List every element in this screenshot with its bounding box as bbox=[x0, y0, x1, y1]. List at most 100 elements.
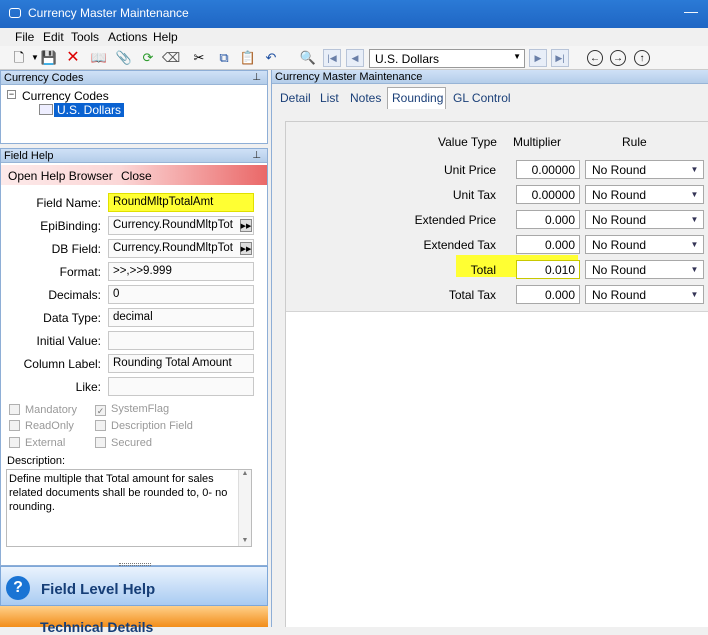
unit-tax-rule-select[interactable]: No Round ▼ bbox=[585, 185, 704, 204]
like-label: Like: bbox=[75, 380, 101, 394]
multiplier-header: Multiplier bbox=[513, 135, 562, 149]
unit-price-label: Unit Price bbox=[443, 163, 496, 177]
back-icon[interactable]: ← bbox=[587, 50, 603, 66]
read-only-checkbox: ReadOnly bbox=[9, 420, 74, 432]
main-panel-header: Currency Master Maintenance bbox=[272, 70, 708, 84]
unit-price-multiplier-input[interactable]: 0.00000 bbox=[516, 160, 580, 179]
last-record-icon[interactable]: ▶| bbox=[551, 49, 569, 67]
scroll-down-icon[interactable]: ▼ bbox=[239, 537, 251, 544]
refresh-icon[interactable]: ⟳ bbox=[140, 50, 156, 66]
rounding-group: Value Type Multiplier Rule Unit Price 0.… bbox=[286, 122, 708, 312]
scroll-up-icon[interactable]: ▲ bbox=[239, 470, 251, 477]
format-label: Format: bbox=[59, 265, 101, 279]
db-field: Currency.RoundMltpTot ▶▶ bbox=[108, 239, 254, 258]
column-label-value: Rounding Total Amount bbox=[108, 354, 254, 373]
menu-help[interactable]: Help bbox=[153, 30, 178, 44]
chevron-down-icon[interactable]: ▼ bbox=[686, 261, 703, 278]
unit-tax-multiplier-input[interactable]: 0.00000 bbox=[516, 185, 580, 204]
field-name-value: RoundMltpTotalAmt bbox=[108, 193, 254, 212]
menu-tools[interactable]: Tools bbox=[71, 30, 99, 44]
total-tax-multiplier-input[interactable]: 0.000 bbox=[516, 285, 580, 304]
menu-actions[interactable]: Actions bbox=[108, 30, 147, 44]
chevron-down-icon[interactable]: ▼ bbox=[686, 211, 703, 228]
tab-notes[interactable]: Notes bbox=[350, 91, 381, 105]
clear-icon[interactable]: ⌫ bbox=[162, 50, 180, 66]
epibinding-label: EpiBinding: bbox=[40, 219, 101, 233]
epibinding-value: Currency.RoundMltpTot bbox=[113, 219, 233, 231]
collapse-icon[interactable]: − bbox=[7, 90, 16, 99]
extended-tax-label: Extended Tax bbox=[423, 238, 497, 252]
field-help-panel: Field Help ⊥ Open Help Browser Close Fie… bbox=[0, 148, 268, 566]
db-field-arrow-icon[interactable]: ▶▶ bbox=[240, 242, 252, 255]
app-icon bbox=[9, 8, 21, 18]
main-panel: Currency Master Maintenance Detail List … bbox=[271, 70, 708, 627]
next-record-icon[interactable]: ▶ bbox=[529, 49, 547, 67]
title-bar: Currency Master Maintenance — bbox=[0, 0, 708, 28]
total-rule-select[interactable]: No Round ▼ bbox=[585, 260, 704, 279]
delete-icon[interactable]: ✕ bbox=[65, 50, 81, 66]
epibinding-arrow-icon[interactable]: ▶▶ bbox=[240, 219, 252, 232]
cut-icon[interactable]: ✂ bbox=[191, 50, 207, 66]
extended-tax-multiplier-input[interactable]: 0.000 bbox=[516, 235, 580, 254]
previous-record-icon[interactable]: ◀ bbox=[346, 49, 364, 67]
attachment-icon[interactable]: 📎 bbox=[116, 50, 132, 66]
field-level-help-button[interactable]: ? Field Level Help bbox=[0, 566, 268, 606]
first-record-icon[interactable]: |◀ bbox=[323, 49, 341, 67]
db-field-value: Currency.RoundMltpTot bbox=[113, 242, 233, 254]
secured-checkbox: Secured bbox=[95, 437, 152, 449]
tab-rounding[interactable]: Rounding bbox=[387, 87, 446, 109]
menu-file[interactable]: File bbox=[15, 30, 34, 44]
decimals-label: Decimals: bbox=[48, 288, 101, 302]
currency-selector[interactable]: U.S. Dollars ▼ bbox=[369, 49, 525, 68]
total-tax-rule-select[interactable]: No Round ▼ bbox=[585, 285, 704, 304]
description-scrollbar[interactable]: ▲ ▼ bbox=[238, 470, 251, 546]
tab-list[interactable]: List bbox=[320, 91, 339, 105]
description-text: Define multiple that Total amount for sa… bbox=[9, 473, 228, 513]
tab-detail[interactable]: Detail bbox=[280, 91, 311, 105]
copy-icon[interactable]: ⧉ bbox=[216, 50, 232, 66]
total-rule-value: No Round bbox=[592, 263, 647, 277]
extended-tax-rule-value: No Round bbox=[592, 238, 647, 252]
save-icon[interactable]: 💾 bbox=[41, 50, 57, 66]
pin-icon[interactable]: ⊥ bbox=[252, 149, 261, 163]
window-title: Currency Master Maintenance bbox=[28, 6, 189, 20]
open-help-browser-button[interactable]: Open Help Browser bbox=[8, 169, 113, 183]
book-icon[interactable]: 📖 bbox=[91, 50, 107, 66]
chevron-down-icon[interactable]: ▼ bbox=[686, 161, 703, 178]
read-only-label: ReadOnly bbox=[25, 420, 74, 432]
paste-icon[interactable]: 📋 bbox=[240, 50, 256, 66]
close-button[interactable]: Close bbox=[121, 169, 152, 183]
chevron-down-icon[interactable]: ▼ bbox=[686, 286, 703, 303]
tree-item-us-dollars[interactable]: U.S. Dollars bbox=[54, 103, 125, 117]
value-type-header: Value Type bbox=[438, 135, 497, 149]
menu-edit[interactable]: Edit bbox=[43, 30, 64, 44]
extended-tax-rule-select[interactable]: No Round ▼ bbox=[585, 235, 704, 254]
up-icon[interactable]: ↑ bbox=[634, 50, 650, 66]
new-icon[interactable]: 🗋 bbox=[11, 50, 27, 66]
search-icon[interactable]: 🔍 bbox=[300, 50, 316, 66]
undo-icon[interactable]: ↶ bbox=[263, 50, 279, 66]
tree-root[interactable]: Currency Codes bbox=[22, 89, 109, 103]
chevron-down-icon[interactable]: ▼ bbox=[686, 186, 703, 203]
external-checkbox: External bbox=[9, 437, 65, 449]
extended-price-rule-value: No Round bbox=[592, 213, 647, 227]
extended-price-rule-select[interactable]: No Round ▼ bbox=[585, 210, 704, 229]
forward-icon[interactable]: → bbox=[610, 50, 626, 66]
extended-price-multiplier-input[interactable]: 0.000 bbox=[516, 210, 580, 229]
total-multiplier-input[interactable]: 0.010 bbox=[516, 260, 580, 279]
technical-details-button[interactable]: Technical Details bbox=[0, 606, 268, 635]
tab-gl-control[interactable]: GL Control bbox=[453, 91, 511, 105]
mandatory-checkbox: Mandatory bbox=[9, 404, 77, 416]
system-flag-label: SystemFlag bbox=[111, 403, 170, 415]
chevron-down-icon[interactable]: ▼ bbox=[686, 236, 703, 253]
field-help-title: Field Help bbox=[4, 150, 54, 162]
unit-price-rule-value: No Round bbox=[592, 163, 647, 177]
total-label: Total bbox=[470, 263, 496, 277]
pin-icon[interactable]: ⊥ bbox=[252, 71, 261, 85]
toolbar: 🗋 ▼ 💾 ✕ 📖 📎 ⟳ ⌫ ✂ ⧉ 📋 ↶ 🔍 |◀ ◀ U.S. Doll… bbox=[0, 46, 708, 70]
currency-codes-title: Currency Codes bbox=[4, 72, 84, 84]
minimize-icon[interactable]: — bbox=[684, 3, 698, 19]
description-field-checkbox: Description Field bbox=[95, 420, 193, 432]
unit-price-rule-select[interactable]: No Round ▼ bbox=[585, 160, 704, 179]
description-box[interactable]: Define multiple that Total amount for sa… bbox=[6, 469, 252, 547]
